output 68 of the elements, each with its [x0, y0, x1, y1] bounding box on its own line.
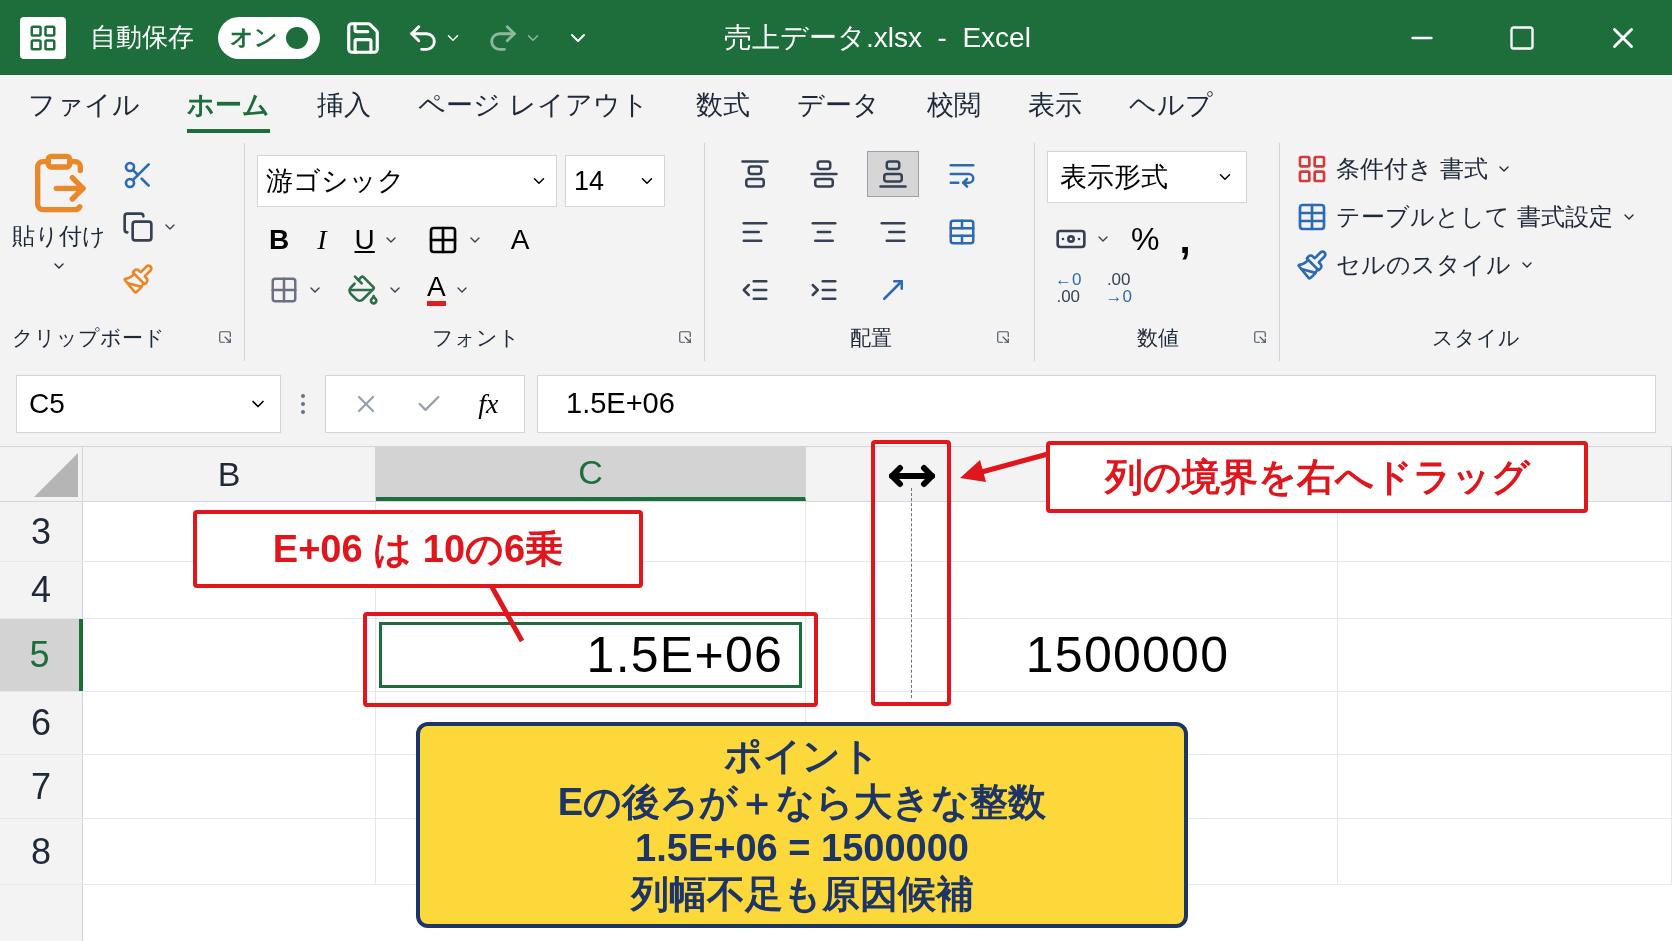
- row-header[interactable]: 3: [0, 502, 83, 561]
- formula-input[interactable]: 1.5E+06: [537, 374, 1656, 433]
- autosave-toggle[interactable]: オン: [218, 16, 320, 59]
- group-label: スタイル: [1432, 324, 1520, 351]
- name-box[interactable]: C5: [16, 374, 281, 433]
- font-color-button[interactable]: A: [427, 273, 446, 306]
- alignment-icon: [947, 217, 977, 247]
- paste-button[interactable]: 貼り付け: [12, 151, 106, 322]
- ribbon-tab[interactable]: ホーム: [187, 84, 270, 134]
- paintbrush-icon: [1296, 249, 1328, 281]
- style-menu-button[interactable]: テーブルとして 書式設定: [1296, 199, 1656, 235]
- ribbon-tab[interactable]: 挿入: [317, 84, 371, 134]
- maximize-icon[interactable]: [1508, 23, 1536, 52]
- row-header[interactable]: 7: [0, 755, 83, 818]
- dialog-launcher-icon[interactable]: [218, 330, 232, 345]
- alignment-icon: [809, 159, 839, 189]
- row-header[interactable]: 8: [0, 819, 83, 884]
- alignment-icon: [740, 159, 770, 189]
- font-size-dropdown[interactable]: 14: [565, 155, 665, 207]
- ribbon-tab[interactable]: ヘルプ: [1128, 84, 1213, 134]
- copy-icon[interactable]: [122, 211, 154, 243]
- comma-button[interactable]: ,: [1179, 219, 1191, 259]
- percent-button[interactable]: %: [1131, 215, 1160, 263]
- group-label: 配置: [849, 324, 892, 351]
- ribbon-tab[interactable]: データ: [796, 84, 880, 134]
- dialog-launcher-icon[interactable]: [1253, 330, 1267, 345]
- autosave-label: 自動保存: [90, 21, 194, 54]
- style-menu-button[interactable]: セルのスタイル: [1296, 247, 1656, 283]
- row-header[interactable]: 6: [0, 692, 83, 754]
- excel-logo-icon: [20, 16, 66, 59]
- decrease-decimal-button[interactable]: .00 →0: [1105, 271, 1132, 305]
- bottom-align-button[interactable]: [867, 151, 919, 197]
- underline-button[interactable]: U: [354, 219, 375, 261]
- column-header[interactable]: C: [376, 447, 806, 501]
- font-name-dropdown[interactable]: 游ゴシック: [257, 155, 557, 207]
- ribbon-tab[interactable]: 校閲: [926, 84, 981, 134]
- callout-text: 列の境界を右へドラッグ: [1104, 454, 1530, 500]
- number-format-dropdown[interactable]: 表示形式: [1047, 151, 1247, 203]
- table-cell[interactable]: 1.5E+06: [379, 622, 802, 688]
- window-title: 売上データ.xlsx - Excel: [724, 20, 1031, 55]
- more-icon: [301, 393, 305, 414]
- note-line: 1.5E+06 = 1500000: [635, 826, 969, 871]
- group-label: クリップボード: [12, 324, 165, 351]
- table-cell[interactable]: 1500000: [809, 622, 1334, 688]
- group-label: 数値: [1137, 324, 1179, 351]
- group-label: フォント: [431, 324, 520, 351]
- table-icon: [1296, 201, 1328, 233]
- alignment-icon: [878, 159, 908, 189]
- callout-text: E+06 は 10の6乗: [272, 526, 564, 572]
- note-line: ポイント: [724, 734, 880, 779]
- ribbon-tab[interactable]: 表示: [1027, 84, 1082, 134]
- ribbon-tab[interactable]: ページ レイアウト: [418, 84, 649, 134]
- fill-color-icon[interactable]: [347, 273, 379, 306]
- dialog-launcher-icon[interactable]: [996, 330, 1010, 345]
- grow-font-button[interactable]: A: [510, 219, 530, 261]
- row-header[interactable]: 4: [0, 562, 83, 618]
- grid-icon: [1296, 153, 1328, 185]
- note-line: Eの後ろが＋なら大きな整数: [557, 780, 1047, 825]
- ribbon-tab[interactable]: 数式: [695, 84, 750, 134]
- style-menu-button[interactable]: 条件付き 書式: [1296, 151, 1656, 187]
- increase-decimal-button[interactable]: ←0 .00: [1055, 271, 1082, 305]
- dialog-launcher-icon[interactable]: [678, 330, 692, 345]
- ribbon-tab[interactable]: ファイル: [28, 84, 140, 134]
- row-header[interactable]: 5: [0, 619, 83, 691]
- note-line: 列幅不足も原因候補: [630, 872, 974, 917]
- italic-button[interactable]: I: [317, 219, 327, 261]
- bold-button[interactable]: B: [269, 219, 290, 261]
- insert-function-button[interactable]: fx: [478, 382, 499, 425]
